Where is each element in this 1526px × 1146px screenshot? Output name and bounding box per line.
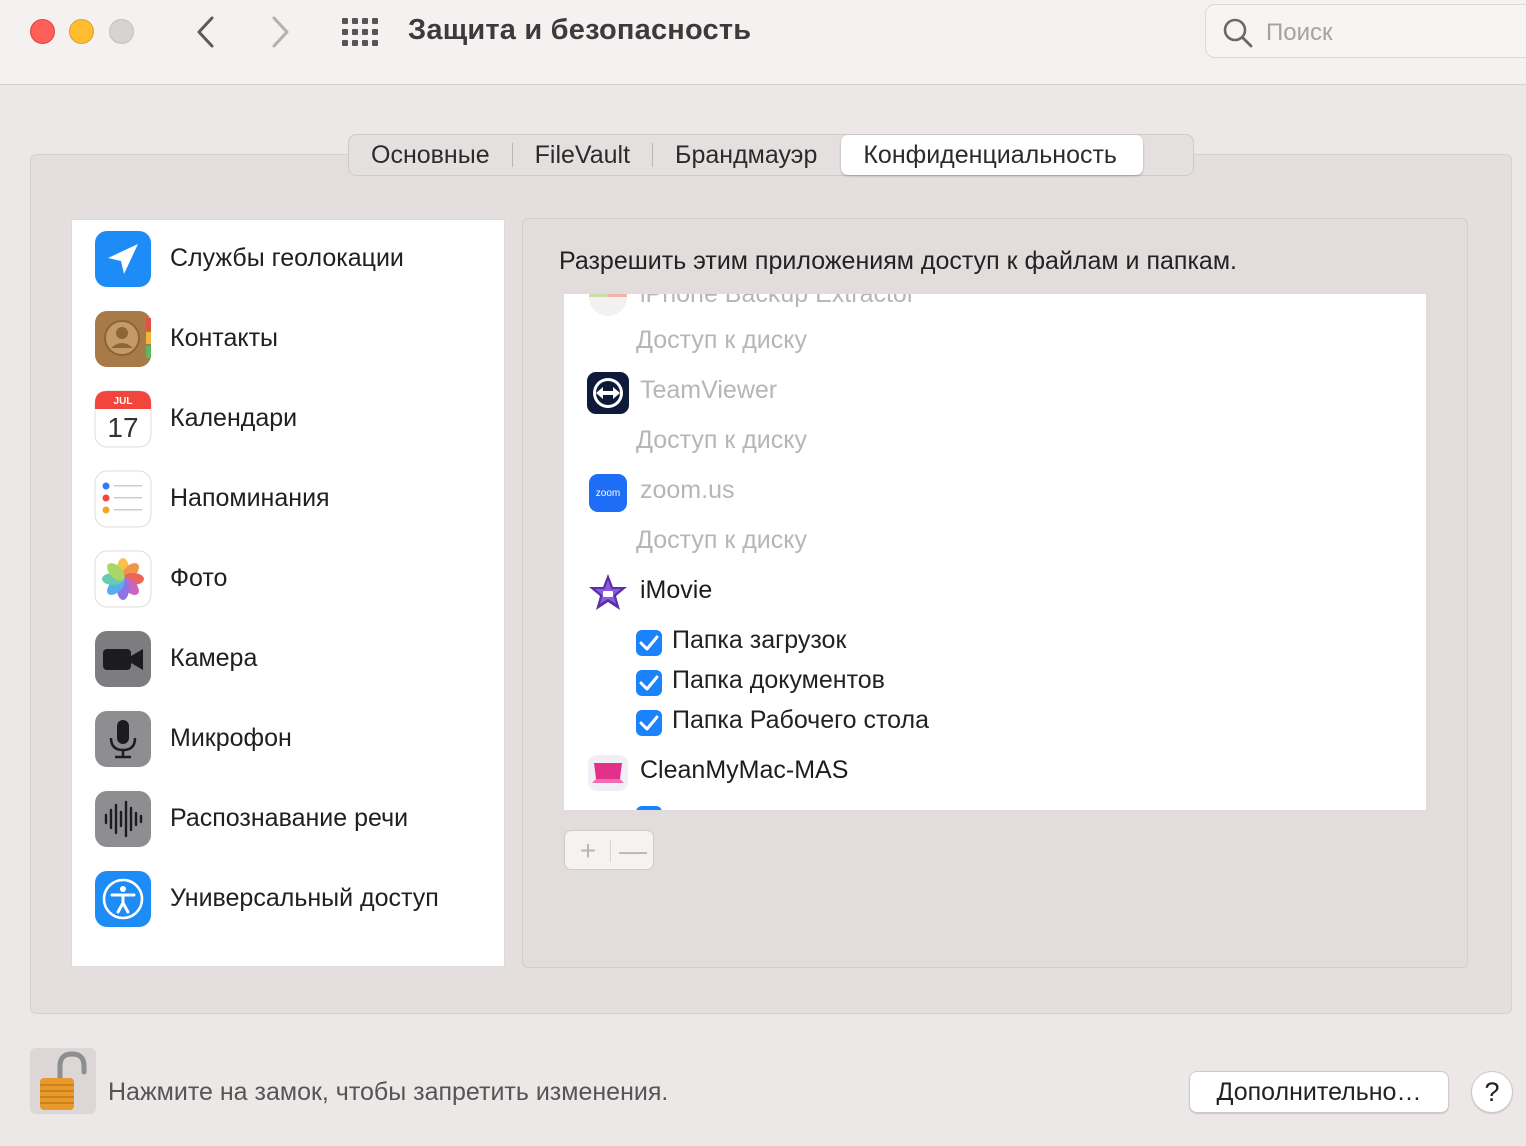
close-window-button[interactable] [30, 19, 55, 44]
sidebar-item-label: Контакты [170, 324, 278, 352]
microphone-icon [95, 711, 151, 767]
contacts-icon [95, 311, 151, 367]
zoom-icon: zoom [589, 474, 627, 512]
list-item[interactable]: zoom zoom.us [564, 468, 1426, 518]
tab-filevault[interactable]: FileVault [513, 134, 652, 176]
sidebar-item-microphone[interactable]: Микрофон [94, 710, 494, 770]
sidebar-item-label: Универсальный доступ [170, 884, 439, 912]
search-icon [1223, 18, 1253, 48]
location-icon [95, 231, 151, 287]
chevron-left-icon [197, 16, 214, 48]
app-name: iMovie [640, 576, 713, 604]
reminders-icon [94, 470, 152, 528]
camera-icon [95, 631, 151, 687]
remove-app-button[interactable]: — [619, 835, 647, 867]
sidebar-item-contacts[interactable]: Контакты [94, 310, 494, 370]
list-item[interactable]: iMovie [564, 568, 1426, 618]
chevron-right-icon [272, 16, 289, 48]
add-remove-control: + — [564, 830, 654, 870]
checkbox-documents[interactable] [636, 670, 662, 696]
grid-icon [342, 18, 378, 46]
minimize-window-button[interactable] [69, 19, 94, 44]
tab-general[interactable]: Основные [349, 134, 512, 176]
sidebar-item-label: Службы геолокации [170, 244, 404, 272]
title-bar: Защита и безопасность Поиск [0, 0, 1526, 85]
unlocked-padlock-icon [40, 1051, 87, 1110]
calendar-month: JUL [114, 396, 133, 407]
sidebar-item-label: Календари [170, 404, 298, 432]
advanced-button[interactable]: Дополнительно… [1189, 1071, 1449, 1113]
sidebar-item-photos[interactable]: Фото [94, 550, 494, 610]
show-all-button[interactable] [340, 16, 380, 48]
calendar-day: 17 [107, 412, 138, 443]
sidebar-item-label: Фото [170, 564, 228, 592]
tab-bar: Основные FileVault Брандмауэр Конфиденци… [348, 134, 1194, 176]
search-placeholder: Поиск [1266, 19, 1333, 46]
permission-label: Доступ к диску [636, 426, 807, 454]
app-name: zoom.us [640, 476, 735, 504]
checkbox-label: Папка загрузок [672, 626, 847, 654]
checkbox-downloads[interactable] [636, 630, 662, 656]
sidebar-item-calendars[interactable]: JUL 17 Календари [94, 390, 494, 450]
folder-permission-partial[interactable] [564, 802, 1426, 810]
help-button[interactable]: ? [1471, 1071, 1513, 1113]
photos-icon [94, 550, 152, 608]
permission-label: Доступ к диску [636, 326, 807, 354]
folder-permission-desktop[interactable]: Папка Рабочего стола [564, 698, 1426, 748]
search-field[interactable]: Поиск [1205, 4, 1526, 58]
sidebar-item-reminders[interactable]: Напоминания [94, 470, 494, 530]
app-permission-list[interactable]: iPhone Backup Extractor Доступ к диску T… [564, 294, 1426, 810]
checkmark-icon [639, 675, 659, 691]
imovie-icon [589, 574, 627, 610]
sidebar-item-label: Напоминания [170, 484, 330, 512]
checkbox-partial[interactable] [636, 806, 662, 810]
speech-recognition-icon [95, 791, 151, 847]
app-name: iPhone Backup Extractor [640, 294, 916, 308]
window-title: Защита и безопасность [408, 14, 752, 46]
lock-button[interactable] [30, 1048, 96, 1114]
checkbox-label: Папка Рабочего стола [672, 706, 930, 734]
lock-hint: Нажмите на замок, чтобы запретить измене… [108, 1078, 669, 1106]
files-and-folders-pane: Разрешить этим приложениям доступ к файл… [522, 218, 1468, 968]
sidebar-item-accessibility[interactable]: Универсальный доступ [94, 870, 494, 930]
list-item[interactable]: CleanMyMac-MAS [564, 748, 1426, 798]
add-remove-divider [610, 840, 611, 862]
app-name: CleanMyMac-MAS [640, 756, 849, 784]
accessibility-icon [95, 871, 151, 927]
add-app-button[interactable]: + [575, 835, 601, 867]
checkmark-icon [639, 635, 659, 651]
tab-firewall[interactable]: Брандмауэр [653, 134, 839, 176]
checkbox-label: Папка документов [672, 666, 885, 694]
back-button[interactable] [188, 14, 224, 50]
sidebar-item-speech-recognition[interactable]: Распознавание речи [94, 790, 494, 850]
zoom-window-button[interactable] [109, 19, 134, 44]
privacy-category-list: Службы геолокации Контакты JUL 17 Календ… [71, 219, 505, 967]
list-item: Доступ к диску [564, 518, 1426, 568]
app-name: TeamViewer [640, 376, 778, 404]
sidebar-item-label: Камера [170, 644, 258, 672]
calendar-icon: JUL 17 [94, 390, 152, 448]
list-item[interactable]: TeamViewer [564, 368, 1426, 418]
sidebar-item-location[interactable]: Службы геолокации [94, 230, 494, 290]
list-item: Доступ к диску [564, 418, 1426, 468]
checkbox-desktop[interactable] [636, 710, 662, 736]
zoom-icon-text: zoom [596, 488, 620, 499]
permission-label: Доступ к диску [636, 526, 807, 554]
list-item: Доступ к диску [564, 318, 1426, 368]
sidebar-item-label: Распознавание речи [170, 804, 409, 832]
iphone-backup-extractor-icon [589, 294, 627, 316]
cleanmymac-icon [588, 755, 628, 791]
sidebar-item-label: Микрофон [170, 724, 292, 752]
checkmark-icon [639, 715, 659, 731]
pane-description: Разрешить этим приложениям доступ к файл… [559, 247, 1237, 275]
forward-button[interactable] [262, 14, 298, 50]
teamviewer-icon [587, 372, 629, 414]
tab-privacy[interactable]: Конфиденциальность [841, 135, 1143, 175]
sidebar-item-camera[interactable]: Камера [94, 630, 494, 690]
